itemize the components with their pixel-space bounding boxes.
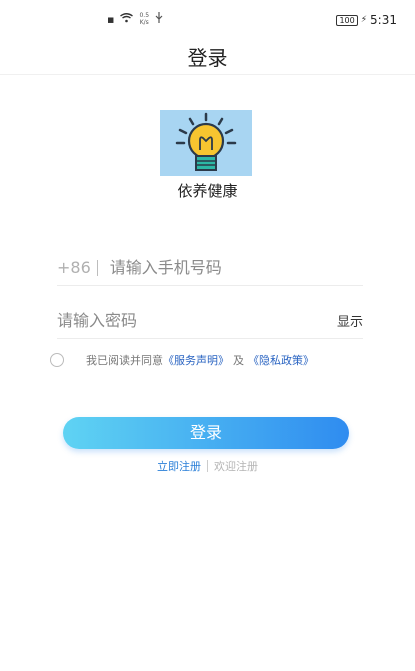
status-time: 5:31 bbox=[370, 13, 397, 27]
page-title: 登录 bbox=[187, 46, 228, 70]
register-link[interactable]: 立即注册 bbox=[157, 458, 201, 474]
service-terms-link[interactable]: 《服务声明》 bbox=[163, 352, 229, 368]
phone-input[interactable] bbox=[109, 258, 363, 277]
phone-field-row: +86 bbox=[57, 250, 363, 286]
login-button[interactable]: 登录 bbox=[63, 417, 349, 449]
status-bar: ▪ 0.5 K/s 100 ⚡ 5:31 bbox=[0, 0, 415, 40]
app-name: 依养健康 bbox=[177, 182, 238, 200]
prefix-divider bbox=[96, 259, 98, 276]
app-logo bbox=[160, 110, 252, 176]
welcome-register-text: 欢迎注册 bbox=[214, 460, 258, 473]
agreement-checkbox[interactable] bbox=[50, 353, 64, 367]
password-input[interactable] bbox=[57, 311, 337, 330]
password-field-row: 显示 bbox=[57, 303, 363, 339]
status-left: ▪ 0.5 K/s bbox=[107, 12, 163, 26]
network-speed: 0.5 K/s bbox=[139, 12, 149, 26]
nav-divider bbox=[0, 74, 415, 75]
agreement-row: 我已阅读并同意 《服务声明》 及 《隐私政策》 bbox=[50, 350, 400, 370]
battery-icon: 100 bbox=[336, 14, 358, 26]
register-row: 立即注册 欢迎注册 bbox=[0, 458, 415, 474]
usb-icon bbox=[155, 12, 163, 26]
country-code[interactable]: +86 bbox=[57, 258, 91, 277]
network-speed-unit: K/s bbox=[139, 19, 149, 26]
lightbulb-icon bbox=[175, 112, 237, 171]
status-right: 100 ⚡ 5:31 bbox=[336, 13, 397, 27]
charging-icon: ⚡ bbox=[360, 15, 368, 25]
register-divider bbox=[207, 460, 208, 472]
agreement-text: 我已阅读并同意 bbox=[86, 354, 163, 367]
network-speed-value: 0.5 bbox=[139, 12, 150, 19]
show-password-toggle[interactable]: 显示 bbox=[337, 311, 363, 330]
wifi-icon bbox=[120, 12, 134, 26]
agreement-and: 及 bbox=[233, 354, 244, 367]
notification-icon: ▪ bbox=[107, 12, 115, 26]
privacy-policy-link[interactable]: 《隐私政策》 bbox=[248, 352, 314, 368]
